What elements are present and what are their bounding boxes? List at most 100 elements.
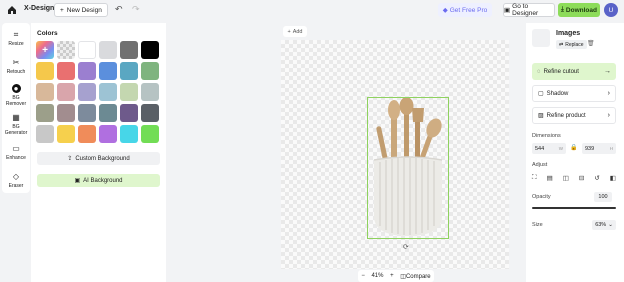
color-swatch[interactable] [78, 125, 96, 143]
color-swatch[interactable] [99, 41, 117, 59]
add-label: Add [292, 28, 303, 35]
chevron-down-icon: ⌄ [608, 222, 613, 228]
new-design-label: New Design [66, 6, 102, 14]
product-image[interactable] [367, 97, 449, 239]
tool-retouch[interactable]: ✂ Retouch [2, 58, 30, 75]
color-swatch[interactable] [36, 83, 54, 101]
color-swatch[interactable] [141, 62, 159, 80]
height-field[interactable]: 939 H [582, 143, 616, 154]
opacity-field[interactable]: 100 [594, 192, 612, 202]
color-swatch[interactable] [78, 104, 96, 122]
color-swatch[interactable] [99, 104, 117, 122]
color-swatch[interactable] [57, 62, 75, 80]
align-left-icon[interactable]: ▤ [547, 174, 553, 182]
undo-icon[interactable]: ↶ [115, 4, 123, 15]
replace-label: Replace [565, 41, 584, 48]
gem-icon: ◆ [442, 7, 448, 14]
align-center-icon[interactable]: ◫ [563, 174, 569, 182]
color-swatch[interactable] [57, 125, 75, 143]
home-icon[interactable] [6, 4, 18, 16]
adjust-label: Adjust [532, 162, 548, 168]
tool-label: Enhance [6, 155, 26, 161]
color-swatch[interactable] [120, 41, 138, 59]
top-bar: X-Design + New Design ↶ ↷ ◆ Get Free Pro… [0, 0, 624, 20]
tool-bg-generator[interactable]: ▦ BG Generator [2, 113, 30, 136]
color-swatch[interactable] [78, 83, 96, 101]
color-swatch[interactable] [141, 83, 159, 101]
color-swatch[interactable] [141, 104, 159, 122]
width-field[interactable]: 544 W [532, 143, 566, 154]
tool-enhance[interactable]: ▭ Enhance [2, 144, 30, 161]
replace-button[interactable]: ⇄ Replace [556, 40, 587, 49]
rotate-left-icon[interactable]: ↺ [594, 174, 599, 182]
bg-remover-icon: ● [11, 84, 21, 93]
color-swatch[interactable] [99, 62, 117, 80]
shadow-button[interactable]: ▢ Shadow › [532, 85, 616, 102]
add-color-swatch[interactable]: + [36, 41, 54, 59]
panel-title: Images [556, 30, 581, 37]
compare-label: Compare [405, 273, 431, 280]
get-free-pro-button[interactable]: ◆ Get Free Pro [438, 3, 492, 17]
avatar[interactable]: U [604, 3, 618, 17]
opacity-label: Opacity [532, 194, 551, 200]
tool-bg-remover[interactable]: ● BG Remover [2, 84, 30, 107]
ai-background-button[interactable]: ▣ AI Background [37, 174, 160, 187]
color-swatch[interactable] [120, 125, 138, 143]
custom-background-label: Custom Background [75, 155, 130, 162]
retouch-icon: ✂ [12, 58, 20, 67]
color-swatch[interactable] [78, 62, 96, 80]
size-select[interactable]: 63% ⌄ [592, 220, 616, 230]
zoom-in-icon[interactable]: + [390, 273, 394, 279]
tool-label: Resize [8, 41, 24, 47]
adjust-toolbar: ⛶ ▤ ◫ ⊟ ↺ ◧ [532, 174, 616, 182]
go-to-designer-label: Go to Designer [512, 3, 539, 17]
tool-eraser[interactable]: ◇ Eraser [2, 172, 30, 189]
redo-icon[interactable]: ↷ [132, 4, 140, 15]
flip-icon[interactable]: ◧ [610, 174, 616, 182]
color-swatch[interactable] [141, 125, 159, 143]
ai-background-label: AI Background [83, 177, 123, 184]
dimensions-label: Dimensions [532, 133, 561, 139]
lock-icon[interactable]: 🔒 [570, 144, 577, 151]
download-button[interactable]: ⤓ Download [558, 3, 600, 17]
brand-name: X-Design [24, 5, 55, 12]
opacity-slider[interactable] [532, 207, 616, 209]
align-middle-icon[interactable]: ⊟ [579, 174, 584, 182]
colors-panel: Colors + ⇪ Custom Background ▣ AI Backgr… [31, 23, 166, 282]
color-swatch[interactable] [57, 83, 75, 101]
color-swatch[interactable] [36, 125, 54, 143]
refine-product-button[interactable]: ▨ Refine product › [532, 107, 616, 124]
color-swatch[interactable] [120, 83, 138, 101]
color-swatch[interactable] [78, 41, 96, 59]
color-swatch[interactable] [120, 104, 138, 122]
color-swatch[interactable] [141, 41, 159, 59]
trash-icon[interactable]: 🗑 [587, 40, 595, 47]
color-swatch[interactable] [120, 62, 138, 80]
new-design-button[interactable]: + New Design [54, 3, 108, 17]
tool-label: BG Generator [4, 124, 28, 136]
color-swatch[interactable] [99, 125, 117, 143]
refine-cutout-button[interactable]: ◌ Refine cutout → [532, 63, 616, 80]
width-value: 544 [535, 145, 545, 152]
custom-background-button[interactable]: ⇪ Custom Background [37, 152, 160, 165]
bg-generator-icon: ▦ [12, 113, 20, 122]
colors-title: Colors [37, 30, 58, 37]
color-swatch[interactable] [57, 104, 75, 122]
shadow-label: Shadow [546, 90, 569, 97]
transparent-swatch[interactable] [57, 41, 75, 59]
fit-icon[interactable]: ⛶ [532, 174, 537, 182]
height-value: 939 [585, 145, 595, 152]
tool-sidebar: ⌗ Resize ✂ Retouch ● BG Remover ▦ BG Gener… [2, 23, 30, 193]
rotate-icon[interactable]: ⟳ [403, 243, 409, 251]
color-swatch[interactable] [36, 62, 54, 80]
width-unit: W [558, 146, 563, 151]
compare-button[interactable]: ◫Compare [400, 273, 430, 280]
go-to-designer-button[interactable]: ▣ Go to Designer [503, 3, 555, 17]
enhance-icon: ▭ [12, 144, 20, 153]
color-swatch[interactable] [99, 83, 117, 101]
tool-resize[interactable]: ⌗ Resize [2, 30, 30, 47]
zoom-out-icon[interactable]: − [361, 273, 365, 279]
tool-label: BG Remover [5, 95, 27, 107]
add-page-button[interactable]: + Add [283, 26, 307, 37]
color-swatch[interactable] [36, 104, 54, 122]
